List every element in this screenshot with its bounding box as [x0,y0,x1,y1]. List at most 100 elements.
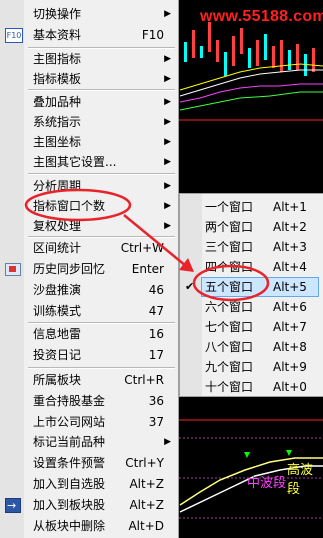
menu-item-shortcut: F10 [141,28,164,42]
menu-item-label: 重合持股基金 [33,394,106,408]
menu-separator [28,173,175,175]
menu-item-label: 设置条件预警 [33,456,106,470]
menu-item-label: 指标窗口个数 [33,199,106,213]
submenu-arrow-icon: ▶ [164,437,171,447]
menu-item-main-indicator[interactable]: 主图指标 ▶ [0,49,178,69]
menu-item-condition-alert[interactable]: 设置条件预警 Ctrl+Y [0,453,178,473]
menu-item-add-watchlist[interactable]: 加入到自选股 Alt+Z [0,474,178,494]
submenu-item-five-windows[interactable]: ✔ 五个窗口 Alt+5 [180,277,323,297]
menu-item-label: 主图指标 [33,52,82,66]
menu-item-shortcut: 16 [148,327,164,341]
submenu-item-label: 八个窗口 [205,340,254,354]
menu-item-label: 叠加品种 [33,95,82,109]
submenu-item-eight-windows[interactable]: 八个窗口 Alt+8 [180,337,323,357]
menu-item-indicator-template[interactable]: 指标模板 ▶ [0,69,178,89]
submenu-arrow-icon: ▶ [164,201,171,211]
candlesticks [184,22,315,76]
submenu-item-ten-windows[interactable]: 十个窗口 Alt+0 [180,377,323,397]
menu-item-system-indicator[interactable]: 系统指示 ▶ [0,112,178,132]
submenu-arrow-icon: ▶ [164,137,171,147]
menu-item-label: 信息地雷 [33,327,82,341]
chart-label-high: 高波段 [287,463,314,497]
menu-item-remove-from-sector[interactable]: 从板块中删除 Alt+D [0,516,178,536]
ma-line-yellow [179,63,323,91]
menu-item-switch-operation[interactable]: 切换操作 ▶ [0,4,178,24]
submenu-item-shortcut: Alt+1 [273,200,307,214]
menu-item-label: 指标模板 [33,72,82,86]
menu-separator [28,367,175,369]
menu-item-sector[interactable]: 所属板块 Ctrl+R [0,370,178,390]
green-arrow-icon [244,452,250,458]
submenu-item-shortcut: Alt+6 [273,300,307,314]
chart-label-mid: 中波段 [247,476,287,491]
menu-item-label: 复权处理 [33,219,82,233]
context-menu: 切换操作 ▶ F10 基本资料 F10 主图指标 ▶ 指标模板 ▶ 叠加品种 ▶… [0,0,179,538]
submenu-item-two-windows[interactable]: 两个窗口 Alt+2 [180,217,323,237]
menu-item-shortcut: Alt+Z [129,477,164,491]
submenu-arrow-icon: ▶ [164,157,171,167]
submenu-item-label: 九个窗口 [205,360,254,374]
submenu-item-label: 五个窗口 [205,280,254,294]
submenu-item-label: 七个窗口 [205,320,254,334]
submenu-arrow-icon: ▶ [164,221,171,231]
menu-item-price-adjust[interactable]: 复权处理 ▶ [0,216,178,236]
submenu-item-label: 两个窗口 [205,220,254,234]
submenu-item-seven-windows[interactable]: 七个窗口 Alt+7 [180,317,323,337]
menu-item-label: 加入到板块股 [33,498,106,512]
submenu-item-one-window[interactable]: 一个窗口 Alt+1 [180,197,323,217]
menu-item-label: 系统指示 [33,115,82,129]
menu-item-indicator-window-count[interactable]: 指标窗口个数 ▶ [0,196,178,216]
submenu-item-label: 十个窗口 [205,380,254,394]
menu-item-label: 加入到自选股 [33,477,106,491]
site-watermark: www.55188.com [200,8,323,25]
submenu-item-three-windows[interactable]: 三个窗口 Alt+3 [180,237,323,257]
menu-item-range-stats[interactable]: 区间统计 Ctrl+W [0,238,178,258]
window-count-submenu: 一个窗口 Alt+1 两个窗口 Alt+2 三个窗口 Alt+3 四个窗口 Al… [179,193,323,397]
menu-item-shortcut: 46 [148,283,164,297]
menu-item-training-mode[interactable]: 训练模式 47 [0,301,178,321]
menu-item-label: 投资日记 [33,348,82,362]
menu-item-label: 历史同步回忆 [33,262,106,276]
menu-item-shortcut: Alt+D [128,519,164,533]
menu-item-label: 所属板块 [33,373,82,387]
menu-item-history-sync[interactable]: 历史同步回忆 Enter [0,259,178,279]
menu-item-sandbox[interactable]: 沙盘推演 46 [0,280,178,300]
menu-item-main-axis[interactable]: 主图坐标 ▶ [0,132,178,152]
submenu-item-shortcut: Alt+7 [273,320,307,334]
menu-item-basic-info[interactable]: F10 基本资料 F10 [0,25,178,45]
menu-item-shortcut: 47 [148,304,164,318]
menu-item-add-to-sector[interactable]: 加入到板块股 Alt+Z [0,495,178,516]
submenu-item-shortcut: Alt+3 [273,240,307,254]
menu-item-main-other-settings[interactable]: 主图其它设置... ▶ [0,152,178,172]
menu-item-shortcut: Enter [131,262,164,276]
submenu-item-shortcut: Alt+2 [273,220,307,234]
menu-item-overlay-symbol[interactable]: 叠加品种 ▶ [0,92,178,112]
menu-item-shortcut: Ctrl+W [120,241,164,255]
menu-item-label: 从板块中删除 [33,519,106,533]
ma-line-magenta [179,83,323,103]
submenu-item-six-windows[interactable]: 六个窗口 Alt+6 [180,297,323,317]
menu-item-investment-diary[interactable]: 投资日记 17 [0,345,178,365]
submenu-item-nine-windows[interactable]: 九个窗口 Alt+9 [180,357,323,377]
menu-item-label: 沙盘推演 [33,283,82,297]
menu-item-fund-holdings[interactable]: 重合持股基金 36 [0,391,178,411]
submenu-item-label: 三个窗口 [205,240,254,254]
menu-separator [28,89,175,91]
submenu-item-label: 一个窗口 [205,200,254,214]
menu-item-label: 上市公司网站 [33,415,106,429]
menu-item-label: 标记当前品种 [33,435,106,449]
menu-item-shortcut: Ctrl+R [124,373,164,387]
menu-item-label: 分析周期 [33,179,82,193]
menu-item-label: 基本资料 [33,28,82,42]
menu-item-company-website[interactable]: 上市公司网站 37 [0,412,178,432]
menu-item-info-mine[interactable]: 信息地雷 16 [0,324,178,344]
menu-item-analysis-period[interactable]: 分析周期 ▶ [0,176,178,196]
ma-line-green [179,91,323,111]
menu-item-shortcut: 36 [148,394,164,408]
menu-item-shortcut: 37 [148,415,164,429]
submenu-item-four-windows[interactable]: 四个窗口 Alt+4 [180,257,323,277]
submenu-item-label: 六个窗口 [205,300,254,314]
f10-icon: F10 [5,28,23,43]
menu-item-mark-symbol[interactable]: 标记当前品种 ▶ [0,432,178,452]
submenu-item-shortcut: Alt+9 [273,360,307,374]
